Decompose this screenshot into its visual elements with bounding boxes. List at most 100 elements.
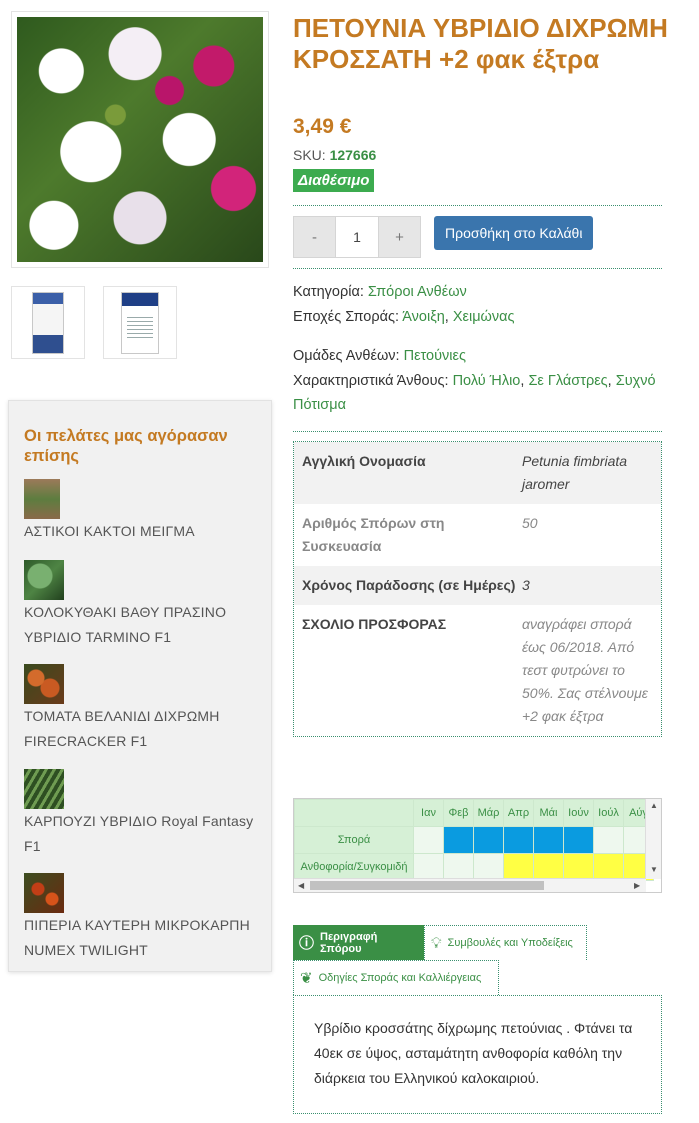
group-link[interactable]: Πετούνιες xyxy=(404,348,466,364)
also-bought-box: Οι πελάτες μας αγόρασαν επίσης ΑΣΤΙΚΟΙ Κ… xyxy=(8,400,272,972)
spec-key: ΣΧΟΛΙΟ ΠΡΟΣΦΟΡΑΣ xyxy=(302,616,447,632)
sku-line: SKU: 127666 xyxy=(293,147,376,163)
sowing-cell xyxy=(533,826,564,854)
tab-instructions[interactable]: ❦ Οδηγίες Σποράς και Καλλιέργειας xyxy=(293,960,499,995)
tab-label: Περιγραφή Σπόρου xyxy=(320,930,378,955)
product-link[interactable]: ΚΑΡΠΟΥΖΙ ΥΒΡΙΔΙΟ Royal Fantasy F1 xyxy=(24,809,264,858)
calendar-corner xyxy=(294,799,414,827)
scrollbar-thumb[interactable] xyxy=(310,881,544,890)
calendar-cell xyxy=(593,826,624,854)
sowing-cell xyxy=(473,826,504,854)
season-link[interactable]: Άνοιξη xyxy=(402,309,445,325)
product-thumbnail[interactable] xyxy=(24,479,60,519)
product-thumbnail[interactable] xyxy=(24,769,64,809)
product-thumbnail[interactable] xyxy=(24,873,64,913)
also-bought-item[interactable]: ΠΙΠΕΡΙΑ ΚΑΥΤΕΡΗ ΜΙΚΡΟΚΑΡΠΗ NUMEX TWILIGH… xyxy=(24,873,264,962)
tab-content-description: Υβρίδιο κροσσάτης δίχρωμης πετούνιας . Φ… xyxy=(293,995,662,1114)
scroll-right-icon[interactable]: ▶ xyxy=(634,881,640,890)
tab-description[interactable]: ⓘ Περιγραφή Σπόρου xyxy=(293,925,424,960)
horizontal-scrollbar[interactable]: ◀ ▶ xyxy=(294,878,646,892)
category-line: Κατηγορία: Σπόροι Ανθέων xyxy=(293,280,467,305)
month-header: Ιούλ xyxy=(593,799,624,827)
qty-minus-button[interactable]: - xyxy=(293,216,336,258)
feature-link[interactable]: Πολύ Ήλιο xyxy=(453,373,521,389)
attributes-block: Ομάδες Ανθέων: Πετούνιες Χαρακτηριστικά … xyxy=(293,344,662,418)
scroll-up-icon[interactable]: ▲ xyxy=(650,801,658,810)
spec-value: Petunia fimbriata jaromer xyxy=(522,453,628,492)
add-to-cart-button[interactable]: Προσθήκη στο Καλάθι xyxy=(434,216,594,250)
tab-tips[interactable]: 💡︎ Συμβουλές και Υποδείξεις xyxy=(424,925,587,960)
thumbnail-strip xyxy=(11,286,177,359)
seed-pack-back-image xyxy=(121,291,159,354)
divider xyxy=(293,268,662,269)
calendar-cell xyxy=(413,853,444,881)
bloom-cell xyxy=(563,853,594,881)
sowing-cell xyxy=(563,826,594,854)
product-link[interactable]: ΠΙΠΕΡΙΑ ΚΑΥΤΕΡΗ ΜΙΚΡΟΚΑΡΠΗ NUMEX TWILIGH… xyxy=(24,913,264,962)
season-link[interactable]: Χειμώνας xyxy=(453,309,515,325)
thumbnail-back[interactable] xyxy=(103,286,177,359)
bloom-cell xyxy=(533,853,564,881)
sowing-cell xyxy=(443,826,474,854)
product-main-image[interactable] xyxy=(11,11,269,268)
qty-input[interactable]: 1 xyxy=(336,216,378,258)
scroll-left-icon[interactable]: ◀ xyxy=(298,881,304,890)
month-header: Μάι xyxy=(533,799,564,827)
tab-label: Οδηγίες Σποράς και Καλλιέργειας xyxy=(318,972,482,984)
also-bought-item[interactable]: ΤΟΜΑΤΑ ΒΕΛΑΝΙΔΙ ΔΙΧΡΩΜΗ FIRECRACKER F1 xyxy=(24,664,264,753)
calendar-cell xyxy=(443,853,474,881)
groups-line: Ομάδες Ανθέων: Πετούνιες xyxy=(293,344,662,369)
petunia-photo xyxy=(17,17,263,262)
divider xyxy=(293,205,662,206)
divider xyxy=(293,431,662,432)
sku-value: 127666 xyxy=(329,147,377,163)
product-link[interactable]: ΤΟΜΑΤΑ ΒΕΛΑΝΙΔΙ ΔΙΧΡΩΜΗ FIRECRACKER F1 xyxy=(24,704,264,753)
product-thumbnail[interactable] xyxy=(24,664,64,704)
features-line: Χαρακτηριστικά Άνθους: Πολύ Ήλιο, Σε Γλά… xyxy=(293,372,656,414)
seasons-label: Εποχές Σποράς: xyxy=(293,309,400,325)
product-link[interactable]: ΑΣΤΙΚΟΙ ΚΑΚΤΟΙ ΜΕΙΓΜΑ xyxy=(24,519,264,544)
thumbnail-front[interactable] xyxy=(11,286,85,359)
quantity-stepper: - 1 + xyxy=(293,216,421,258)
specifications-table: Αγγλική Ονομασία Petunia fimbriata jarom… xyxy=(293,441,662,737)
product-price: 3,49 € xyxy=(293,115,352,138)
bloom-cell xyxy=(593,853,624,881)
spec-row: Αριθμός Σπόρων στη Συσκευασία 50 xyxy=(294,504,661,566)
category-link[interactable]: Σπόροι Ανθέων xyxy=(368,284,467,300)
sowing-cell xyxy=(503,826,534,854)
qty-plus-button[interactable]: + xyxy=(378,216,421,258)
spec-row: Χρόνος Παράδοσης (σε Ημέρες) 3 xyxy=(294,566,661,605)
calendar-cell xyxy=(473,853,504,881)
product-link[interactable]: ΚΟΛΟΚΥΘΑΚΙ ΒΑΘΥ ΠΡΑΣΙΝΟ ΥΒΡΙΔΙΟ TARMINO … xyxy=(24,600,264,649)
spec-row: ΣΧΟΛΙΟ ΠΡΟΣΦΟΡΑΣ αναγράφει σπορά έως 06/… xyxy=(294,605,661,736)
spec-row: Αγγλική Ονομασία Petunia fimbriata jarom… xyxy=(294,442,661,504)
seasons-line: Εποχές Σποράς: Άνοιξη, Χειμώνας xyxy=(293,309,515,325)
feature-link[interactable]: Σε Γλάστρες xyxy=(528,373,607,389)
product-thumbnail[interactable] xyxy=(24,560,64,600)
availability-badge: Διαθέσιμο xyxy=(293,169,375,192)
spec-value: 3 xyxy=(522,577,530,593)
also-bought-item[interactable]: ΚΟΛΟΚΥΘΑΚΙ ΒΑΘΥ ΠΡΑΣΙΝΟ ΥΒΡΙΔΙΟ TARMINO … xyxy=(24,560,264,649)
spec-value: 50 xyxy=(522,515,538,531)
sowing-row-label: Σπορά xyxy=(294,826,414,854)
bloom-cell xyxy=(503,853,534,881)
category-label: Κατηγορία: xyxy=(293,284,364,300)
also-bought-title: Οι πελάτες μας αγόρασαν επίσης xyxy=(24,427,228,465)
seed-pack-front-image xyxy=(32,291,64,354)
groups-label: Ομάδες Ανθέων: xyxy=(293,348,400,364)
spec-key: Χρόνος Παράδοσης (σε Ημέρες) xyxy=(302,577,516,593)
calendar-cell xyxy=(413,826,444,854)
vertical-scrollbar[interactable]: ▲ ▼ xyxy=(645,799,661,879)
sku-label: SKU: xyxy=(293,147,326,163)
sowing-calendar[interactable]: Ιαν Φεβ Μάρ Απρ Μάι Ιούν Ιούλ Αύγ Σπορά … xyxy=(293,798,662,893)
tab-label: Συμβουλές και Υποδείξεις xyxy=(447,937,573,949)
also-bought-item[interactable]: ΑΣΤΙΚΟΙ ΚΑΚΤΟΙ ΜΕΙΓΜΑ xyxy=(24,479,264,544)
leaf-icon: ❦ xyxy=(300,970,313,987)
scroll-down-icon[interactable]: ▼ xyxy=(650,865,658,874)
also-bought-item[interactable]: ΚΑΡΠΟΥΖΙ ΥΒΡΙΔΙΟ Royal Fantasy F1 xyxy=(24,769,264,858)
month-header: Μάρ xyxy=(473,799,504,827)
lightbulb-icon: 💡︎ xyxy=(431,934,442,952)
month-header: Φεβ xyxy=(443,799,474,827)
info-icon: ⓘ xyxy=(299,935,315,952)
month-header: Ιαν xyxy=(413,799,444,827)
